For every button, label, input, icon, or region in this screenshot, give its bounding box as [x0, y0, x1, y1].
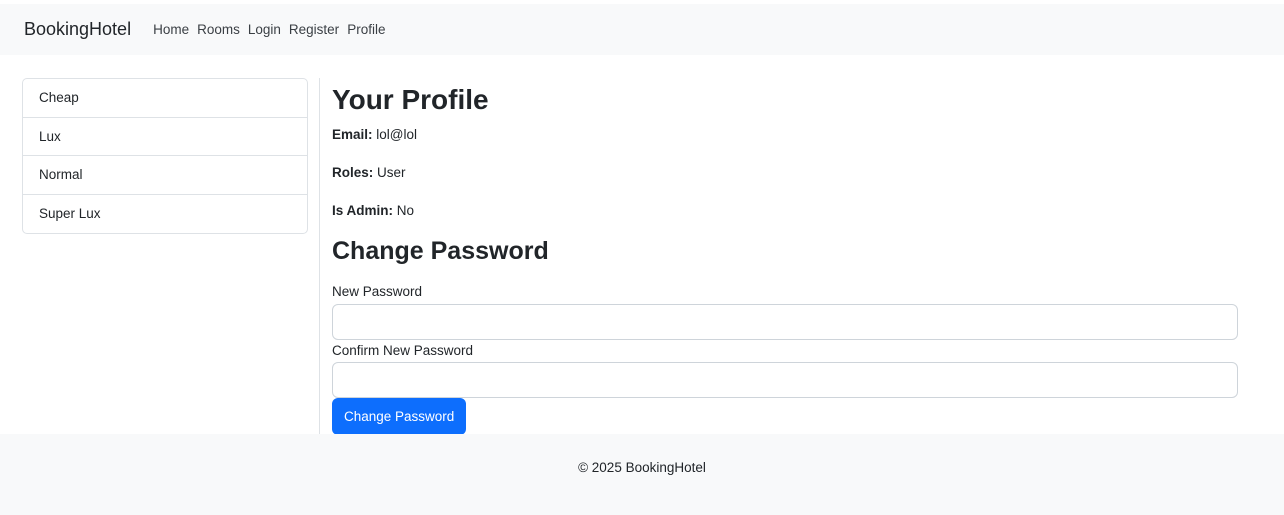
page: BookingHotel Home Rooms Login Register P… [0, 0, 1284, 515]
email-value: lol@lol [376, 127, 417, 142]
sidebar-item-normal[interactable]: Normal [23, 156, 307, 195]
new-password-label: New Password [332, 284, 423, 299]
sidebar-item-cheap[interactable]: Cheap [23, 79, 307, 118]
roles-row: Roles: User [332, 164, 1238, 202]
change-password-title: Change Password [332, 237, 549, 265]
roles-value: User [377, 165, 406, 180]
nav-link-register[interactable]: Register [289, 22, 339, 37]
brand-link[interactable]: BookingHotel [24, 19, 131, 40]
email-row: Email: lol@lol [332, 126, 1238, 164]
roles-label: Roles: [332, 165, 374, 180]
nav-links: Home Rooms Login Register Profile [153, 22, 385, 37]
new-password-input[interactable] [332, 304, 1238, 340]
profile-main: Your Profile Email: lol@lol Roles: User … [332, 78, 1238, 435]
confirm-password-label: Confirm New Password [332, 343, 474, 358]
admin-value: No [396, 203, 415, 218]
navbar: BookingHotel Home Rooms Login Register P… [0, 4, 1284, 55]
footer-copyright: © 2025 BookingHotel [578, 460, 706, 475]
vertical-divider [319, 78, 320, 434]
footer: © 2025 BookingHotel [0, 434, 1284, 515]
nav-link-login[interactable]: Login [248, 22, 281, 37]
sidebar-item-lux[interactable]: Lux [23, 118, 307, 156]
sidebar-item-super-lux[interactable]: Super Lux [23, 195, 307, 234]
change-password-button[interactable]: Change Password [332, 398, 467, 435]
page-title: Your Profile [332, 84, 489, 115]
admin-label: Is Admin: [332, 203, 394, 218]
nav-link-home[interactable]: Home [153, 22, 189, 37]
nav-link-rooms[interactable]: Rooms [197, 22, 240, 37]
room-category-list: Cheap Lux Normal Super Lux [22, 78, 308, 234]
email-label: Email: [332, 127, 373, 142]
confirm-password-input[interactable] [332, 362, 1238, 398]
nav-link-profile[interactable]: Profile [347, 22, 385, 37]
